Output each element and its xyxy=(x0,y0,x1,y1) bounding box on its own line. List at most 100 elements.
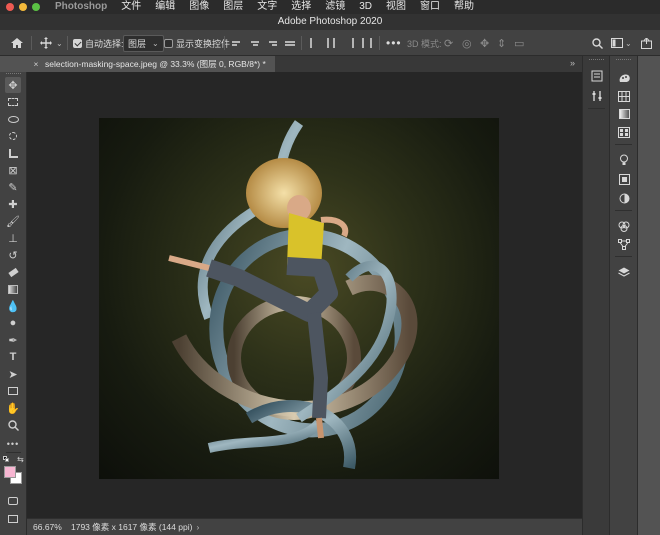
menu-app[interactable]: Photoshop xyxy=(48,1,114,13)
gradients-panel-icon[interactable] xyxy=(617,108,631,120)
brush-tool-icon[interactable]: 🖌 xyxy=(5,213,21,229)
align-vcenter-icon[interactable] xyxy=(327,38,335,48)
lights-panel-icon[interactable] xyxy=(617,154,631,166)
ellipsis-icon: ••• xyxy=(386,36,402,50)
blur-tool-icon[interactable]: 💧 xyxy=(5,298,21,314)
more-options-button[interactable]: ••• xyxy=(386,30,402,56)
menu-image[interactable]: 图像 xyxy=(182,1,216,13)
paths-panel-icon[interactable] xyxy=(617,238,631,250)
zoom-window-button[interactable] xyxy=(32,3,40,11)
crop-tool-icon[interactable] xyxy=(5,145,21,161)
spot-heal-tool-icon[interactable]: ✚ xyxy=(5,196,21,212)
marquee-tool-icon[interactable] xyxy=(5,94,21,110)
3d-slide-icon[interactable]: ⇕ xyxy=(497,30,506,56)
eyedropper-tool-icon[interactable]: ✎ xyxy=(5,179,21,195)
path-select-tool-icon[interactable]: ➤ xyxy=(5,366,21,382)
search-icon xyxy=(592,37,603,49)
show-transform-label: 显示变换控件 xyxy=(176,38,231,49)
menu-help[interactable]: 帮助 xyxy=(447,1,481,13)
home-button[interactable] xyxy=(10,30,24,56)
layers-panel-icon[interactable] xyxy=(617,266,631,278)
clone-stamp-tool-icon[interactable]: ⊥ xyxy=(5,230,21,246)
menu-3d[interactable]: 3D xyxy=(352,1,379,13)
distribute-vertical-icon[interactable] xyxy=(285,38,295,48)
close-tab-icon[interactable]: × xyxy=(31,59,41,69)
menu-edit[interactable]: 编辑 xyxy=(148,1,182,13)
auto-select-target-dropdown[interactable]: 图层 ⌄ xyxy=(123,30,164,56)
move-icon xyxy=(40,37,52,49)
mac-menu-bar: Photoshop 文件 编辑 图像 图层 文字 选择 滤镜 3D 视图 窗口 … xyxy=(0,0,660,14)
menu-list: Photoshop 文件 编辑 图像 图层 文字 选择 滤镜 3D 视图 窗口 … xyxy=(48,1,481,13)
chevron-right-icon[interactable]: › xyxy=(196,522,199,532)
history-brush-tool-icon[interactable]: ↺ xyxy=(5,247,21,263)
dodge-tool-icon[interactable]: ● xyxy=(5,315,21,331)
align-hcenter-icon[interactable] xyxy=(250,38,260,48)
properties-panel-icon[interactable] xyxy=(590,90,604,102)
show-transform-checkbox[interactable]: 显示变换控件 xyxy=(164,30,230,56)
menu-view[interactable]: 视图 xyxy=(379,1,413,13)
more-tools-icon[interactable]: ••• xyxy=(5,436,21,452)
menu-layer[interactable]: 图层 xyxy=(216,1,250,13)
share-icon xyxy=(641,37,652,49)
workspace-button[interactable]: ⌄ xyxy=(611,30,632,56)
align-right-icon[interactable] xyxy=(267,38,277,48)
checkbox-unchecked-icon xyxy=(164,38,173,48)
swap-colors-icon[interactable]: ⇆ xyxy=(17,455,24,464)
patterns-panel-icon[interactable] xyxy=(617,126,631,138)
adjustments-panel-icon[interactable] xyxy=(617,173,631,185)
workspace-icon xyxy=(611,38,623,48)
3d-pan-icon[interactable]: ✥ xyxy=(480,30,489,56)
screen-mode-icon[interactable] xyxy=(5,511,21,527)
zoom-tool-icon[interactable] xyxy=(5,417,21,433)
search-button[interactable] xyxy=(592,30,603,56)
auto-select-label: 自动选择: xyxy=(85,38,124,49)
3d-scale-icon[interactable]: ▭ xyxy=(514,30,524,56)
lasso-tool-icon[interactable] xyxy=(5,111,21,127)
3d-rotate-icon[interactable]: ⟳ xyxy=(444,30,453,56)
styles-panel-icon[interactable] xyxy=(617,192,631,204)
menu-window[interactable]: 窗口 xyxy=(413,1,447,13)
rectangle-tool-icon[interactable] xyxy=(5,383,21,399)
pen-tool-icon[interactable]: ✒ xyxy=(5,332,21,348)
move-tool-preset[interactable]: ⌄ xyxy=(40,30,63,56)
document-canvas-area[interactable] xyxy=(27,72,582,518)
chevron-down-icon: ⌄ xyxy=(56,38,63,48)
options-bar: ⌄ 自动选择: 图层 ⌄ 显示变换控件 ••• 3D 模式: ⟳ ◎ ✥ ⇕ ▭ … xyxy=(0,30,660,56)
distribute-horizontal-icon[interactable] xyxy=(362,38,372,48)
document-tab-bar: × selection-masking-space.jpeg @ 33.3% (… xyxy=(27,56,582,72)
align-left-icon[interactable] xyxy=(232,38,242,48)
document-image[interactable] xyxy=(99,118,499,479)
menu-file[interactable]: 文件 xyxy=(114,1,148,13)
swatches-panel-icon[interactable] xyxy=(617,90,631,102)
foreground-color-swatch[interactable] xyxy=(4,466,16,478)
type-tool-icon[interactable]: T xyxy=(5,349,21,365)
move-tool-icon[interactable]: ✥ xyxy=(5,77,21,93)
minimize-window-button[interactable] xyxy=(19,3,27,11)
tab-overflow-icon[interactable]: » xyxy=(570,58,575,68)
menu-type[interactable]: 文字 xyxy=(250,1,284,13)
close-window-button[interactable] xyxy=(6,3,14,11)
frame-tool-icon[interactable]: ⊠ xyxy=(5,162,21,178)
zoom-level[interactable]: 66.67% xyxy=(33,522,67,532)
align-top-icon[interactable] xyxy=(310,38,320,48)
dock-column-3 xyxy=(638,56,660,535)
color-panel-icon[interactable] xyxy=(617,72,631,84)
menu-select[interactable]: 选择 xyxy=(284,1,318,13)
default-colors-icon[interactable] xyxy=(3,456,10,463)
quick-mask-icon[interactable] xyxy=(5,493,21,509)
document-tab[interactable]: × selection-masking-space.jpeg @ 33.3% (… xyxy=(27,56,275,72)
eraser-tool-icon[interactable] xyxy=(5,264,21,280)
auto-select-checkbox[interactable]: 自动选择: xyxy=(73,30,124,56)
share-button[interactable] xyxy=(641,30,652,56)
menu-filter[interactable]: 滤镜 xyxy=(318,1,352,13)
history-panel-icon[interactable] xyxy=(590,70,604,82)
align-bottom-icon[interactable] xyxy=(344,38,354,48)
channels-panel-icon[interactable] xyxy=(617,220,631,232)
3d-mode-label: 3D 模式: xyxy=(407,38,442,49)
toolbar-grip[interactable] xyxy=(6,73,21,76)
quick-select-tool-icon[interactable] xyxy=(5,128,21,144)
hand-tool-icon[interactable]: ✋ xyxy=(5,400,21,416)
3d-roll-icon[interactable]: ◎ xyxy=(462,30,472,56)
gradient-tool-icon[interactable] xyxy=(5,281,21,297)
dock-column-2 xyxy=(610,56,638,535)
